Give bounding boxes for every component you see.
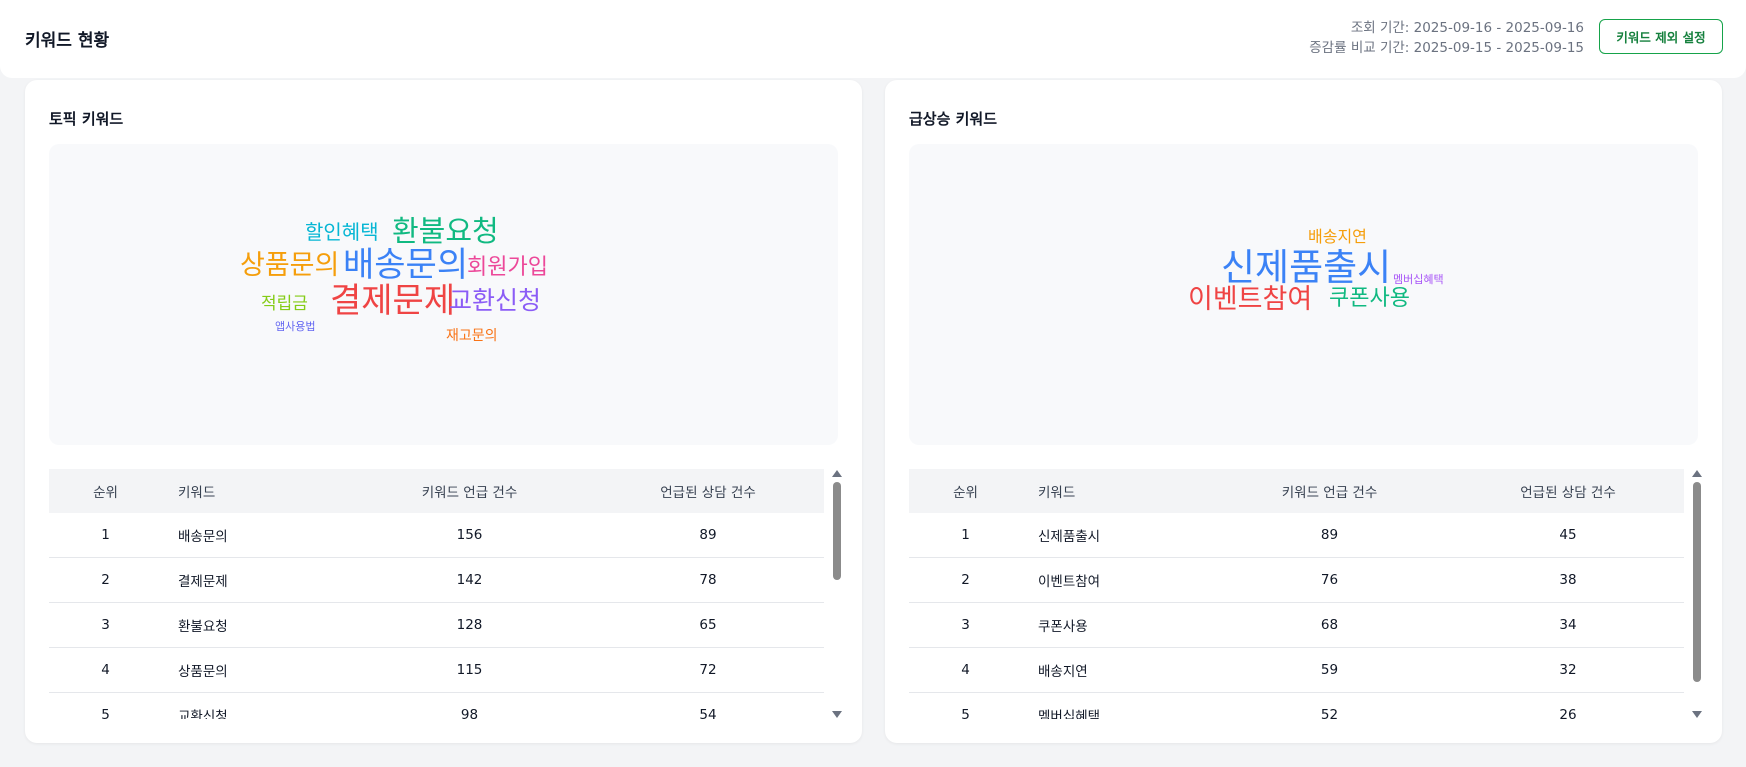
topic-table-scrollbar[interactable]: [831, 470, 843, 718]
rising-keywords-title: 급상승 키워드: [909, 110, 998, 128]
keyword-exclude-settings-button[interactable]: 키워드 제외 설정: [1599, 19, 1723, 54]
cloud-word[interactable]: 결제문제: [330, 284, 455, 318]
cloud-word[interactable]: 신제품출시: [1221, 249, 1391, 286]
cloud-word[interactable]: 적립금: [261, 296, 308, 313]
cloud-word[interactable]: 쿠폰사용: [1329, 288, 1410, 310]
topic-keywords-title: 토픽 키워드: [49, 110, 124, 128]
scroll-down-icon[interactable]: [832, 711, 842, 718]
cloud-word[interactable]: 재고문의: [446, 329, 498, 343]
period-info: 조회 기간: 2025-09-16 - 2025-09-16 증감률 비교 기간…: [1309, 18, 1584, 58]
cloud-word[interactable]: 할인혜택: [305, 222, 379, 242]
view-period: 조회 기간: 2025-09-16 - 2025-09-16: [1350, 20, 1584, 36]
page-title: 키워드 현황: [25, 31, 110, 51]
rising-word-cloud: 배송지연 신제품출시 멤버십혜택 이벤트참여 쿠폰사용: [909, 144, 1698, 445]
table-header: 순위 키워드 키워드 언급 건수 언급된 상담 건수: [49, 469, 824, 513]
cloud-word[interactable]: 배송문의: [343, 248, 468, 282]
keyword-status-page: 키워드 현황 조회 기간: 2025-09-16 - 2025-09-16 증감…: [0, 0, 1746, 767]
cloud-word[interactable]: 상품문의: [240, 252, 339, 279]
table-row[interactable]: 3 환불요청 128 65: [49, 603, 824, 648]
cloud-word[interactable]: 앱사용법: [275, 321, 315, 332]
topic-keywords-card: 토픽 키워드 할인혜택 환불요청 상품문의 배송문의 회원가입 적립금 결제문제…: [25, 80, 862, 743]
scroll-up-icon[interactable]: [832, 470, 842, 477]
topic-word-cloud: 할인혜택 환불요청 상품문의 배송문의 회원가입 적립금 결제문제 교환신청 앱…: [49, 144, 838, 445]
topic-keyword-table: 순위 키워드 키워드 언급 건수 언급된 상담 건수 1 배송문의 156 89…: [49, 469, 824, 719]
cloud-word[interactable]: 환불요청: [392, 217, 499, 246]
rising-table-scrollbar[interactable]: [1691, 470, 1703, 718]
page-header: 키워드 현황 조회 기간: 2025-09-16 - 2025-09-16 증감…: [0, 0, 1746, 78]
cloud-word[interactable]: 회원가입: [467, 257, 548, 279]
cloud-word[interactable]: 멤버십혜택: [1393, 274, 1444, 285]
table-row[interactable]: 5 멤버십혜택 52 26: [909, 693, 1684, 719]
column-header-rank[interactable]: 순위: [909, 481, 1022, 501]
column-header-mentions[interactable]: 키워드 언급 건수: [347, 481, 592, 501]
scroll-up-icon[interactable]: [1692, 470, 1702, 477]
column-header-consultations[interactable]: 언급된 상담 건수: [592, 481, 824, 501]
rising-keywords-card: 급상승 키워드 배송지연 신제품출시 멤버십혜택 이벤트참여 쿠폰사용 순위 키…: [885, 80, 1722, 743]
table-row[interactable]: 1 배송문의 156 89: [49, 513, 824, 558]
table-row[interactable]: 4 상품문의 115 72: [49, 648, 824, 693]
column-header-rank[interactable]: 순위: [49, 481, 162, 501]
cloud-word[interactable]: 교환신청: [449, 288, 541, 313]
table-row[interactable]: 4 배송지연 59 32: [909, 648, 1684, 693]
compare-period: 증감률 비교 기간: 2025-09-15 - 2025-09-15: [1309, 40, 1584, 56]
column-header-consultations[interactable]: 언급된 상담 건수: [1452, 481, 1684, 501]
scroll-down-icon[interactable]: [1692, 711, 1702, 718]
column-header-mentions[interactable]: 키워드 언급 건수: [1207, 481, 1452, 501]
cloud-word[interactable]: 이벤트참여: [1188, 286, 1312, 313]
table-row[interactable]: 5 교환신청 98 54: [49, 693, 824, 719]
rising-keyword-table: 순위 키워드 키워드 언급 건수 언급된 상담 건수 1 신제품출시 89 45…: [909, 469, 1684, 719]
column-header-keyword[interactable]: 키워드: [1022, 481, 1207, 501]
table-row[interactable]: 3 쿠폰사용 68 34: [909, 603, 1684, 648]
table-header: 순위 키워드 키워드 언급 건수 언급된 상담 건수: [909, 469, 1684, 513]
table-row[interactable]: 2 이벤트참여 76 38: [909, 558, 1684, 603]
column-header-keyword[interactable]: 키워드: [162, 481, 347, 501]
cloud-word[interactable]: 배송지연: [1308, 229, 1367, 245]
table-row[interactable]: 1 신제품출시 89 45: [909, 513, 1684, 558]
table-row[interactable]: 2 결제문제 142 78: [49, 558, 824, 603]
scrollbar-thumb[interactable]: [833, 482, 841, 580]
scrollbar-thumb[interactable]: [1693, 482, 1701, 682]
